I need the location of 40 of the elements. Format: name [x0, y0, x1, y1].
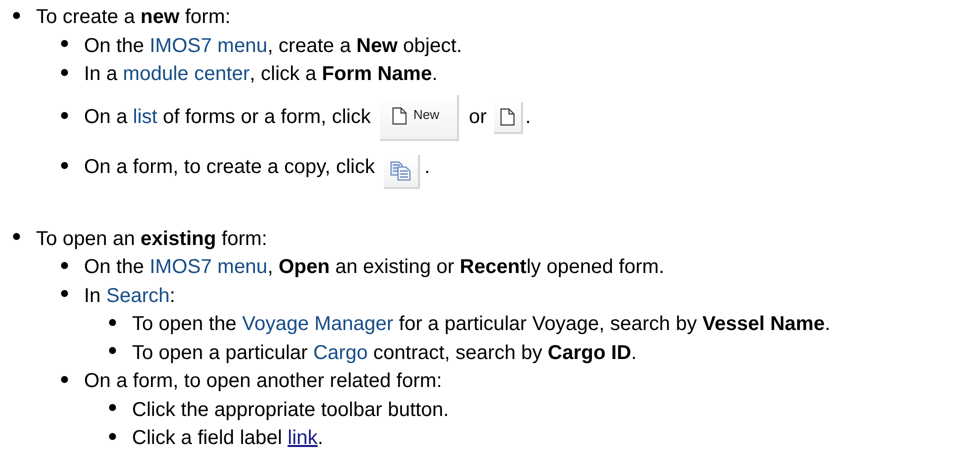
page-icon	[392, 106, 408, 124]
new-button[interactable]: New	[380, 94, 460, 140]
list-item-text: On the IMOS7 menu, Open an existing or Recently opened form.	[84, 253, 664, 282]
link[interactable]: Voyage Manager	[242, 310, 394, 338]
bullet-icon	[61, 262, 68, 269]
link[interactable]: IMOS7 menu	[150, 32, 268, 60]
list-item-text: Click the appropriate toolbar button.	[132, 398, 449, 422]
list-item-text: To open a particular Cargo contract, search by Cargo ID.	[132, 338, 637, 367]
list-item-text: To open the Voyage Manager for a particular Voyage, search by Vessel Name.	[132, 310, 830, 338]
new-page-button[interactable]	[494, 102, 524, 134]
bullet-icon	[13, 12, 20, 19]
list-item-text: In a module center, click a Form Name.	[84, 60, 438, 88]
link[interactable]: Search	[106, 282, 170, 310]
link[interactable]: module center	[122, 60, 250, 88]
bullet-icon	[61, 112, 68, 119]
page-icon	[500, 108, 516, 126]
copy-button[interactable]	[384, 154, 420, 188]
link[interactable]: IMOS7 menu	[150, 253, 268, 282]
list-item-text: On a form, to create a copy, click .	[84, 146, 430, 188]
list-item-text: To open an existing form:	[36, 226, 268, 252]
list-item-text: In Search:	[84, 282, 176, 310]
link[interactable]: Cargo	[313, 338, 368, 367]
bullet-icon	[61, 376, 68, 383]
bullet-icon	[61, 68, 68, 76]
link[interactable]: list	[132, 103, 158, 132]
bullet-icon	[109, 404, 116, 412]
list-item-text: Click a field label link.	[132, 424, 324, 452]
copy-icon	[390, 160, 412, 180]
list-item-text: To create a new form:	[36, 5, 231, 30]
link[interactable]: link	[288, 424, 318, 452]
list-item-text: On a form, to open another related form:	[84, 369, 442, 394]
list-item-text: On the IMOS7 menu, create a New object.	[84, 32, 462, 60]
bullet-icon	[13, 233, 20, 240]
list-item-text: On a list of forms or a form, click New or .	[84, 88, 531, 146]
bullet-icon	[109, 347, 116, 354]
bullet-icon	[109, 432, 116, 440]
bullet-icon	[61, 162, 68, 169]
bullet-icon	[61, 40, 68, 48]
bullet-icon	[61, 290, 68, 298]
bullet-icon	[109, 318, 116, 326]
